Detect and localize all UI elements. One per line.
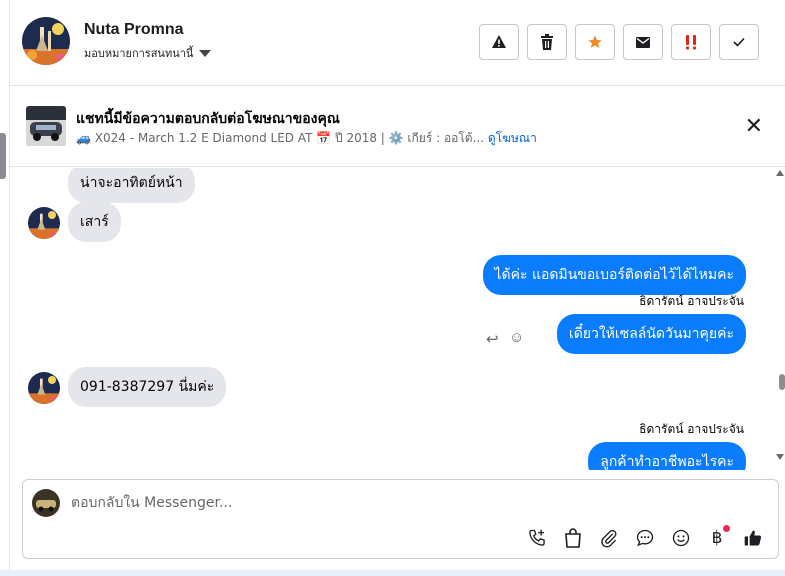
message-bubble[interactable]: น่าจะอาทิตย์หน้า (68, 168, 195, 203)
scroll-up-icon[interactable] (776, 170, 784, 176)
message-bubble-outgoing[interactable]: เดี๋ยวให้เซลล์นัดวันมาคุยค่ะ (556, 314, 746, 354)
message-composer: ฿ (22, 479, 779, 559)
left-panel-edge (0, 0, 10, 576)
composer-tools: ฿ (524, 525, 766, 550)
page-avatar (32, 489, 60, 517)
baht-icon[interactable]: ฿ (704, 525, 730, 550)
view-ad-link[interactable]: ดูโฆษณา (488, 131, 537, 145)
mail-icon (636, 36, 650, 48)
mark-unread-button[interactable] (623, 24, 663, 60)
shopping-bag-icon[interactable] (560, 526, 586, 550)
message-bubble[interactable]: เสาร์ (68, 202, 121, 242)
message-thread[interactable]: น่าจะอาทิตย์หน้า เสาร์ ได้ค่ะ แอดมินขอเบ… (10, 168, 775, 470)
done-button[interactable] (719, 24, 759, 60)
emoji-icon[interactable] (668, 526, 694, 550)
scroll-down-icon[interactable] (776, 454, 784, 460)
message-bubble-outgoing[interactable]: ได้ค่ะ แอดมินขอเบอร์ติดต่อไว้ได้ไหมคะ (482, 255, 746, 295)
message-bubble-outgoing[interactable]: ลูกค้าทำอาชีพอะไรคะ (588, 442, 746, 470)
contact-avatar-small (28, 372, 60, 404)
delete-button[interactable] (527, 24, 567, 60)
contact-avatar-small (28, 207, 60, 239)
assign-label: มอบหมายการสนทนานี้ (84, 47, 194, 60)
ad-banner-details: 🚙 X024 - March 1.2 E Diamond LED AT 📅 ปี… (76, 129, 537, 148)
star-icon (588, 35, 602, 48)
reply-icon[interactable]: ↩ (486, 330, 499, 348)
ad-banner-title: แชทนี้มีข้อความตอบกลับต่อโฆษณาของคุณ (76, 111, 340, 127)
attachment-icon[interactable] (596, 526, 622, 550)
warning-icon (492, 35, 506, 48)
ad-details-text: 🚙 X024 - March 1.2 E Diamond LED AT 📅 ปี… (76, 131, 485, 145)
thread-scrollbar[interactable] (775, 168, 785, 470)
contact-name: Nuta Promna (84, 21, 184, 38)
ad-thumbnail (26, 106, 66, 146)
spam-button[interactable] (479, 24, 519, 60)
ad-reply-banner: แชทนี้มีข้อความตอบกลับต่อโฆษณาของคุณ 🚙 X… (10, 87, 785, 167)
header-actions (479, 24, 759, 60)
saved-reply-icon[interactable] (632, 526, 658, 550)
contact-avatar[interactable] (22, 17, 70, 65)
like-icon[interactable] (740, 526, 766, 550)
reply-input[interactable] (71, 492, 631, 514)
urgent-icon (686, 35, 696, 50)
sender-name: ธิดารัตน์ อาจประจัน (639, 294, 744, 308)
follow-up-button[interactable] (575, 24, 615, 60)
conversation-header: Nuta Promna มอบหมายการสนทนานี้ (10, 0, 785, 86)
left-scroll-thumb[interactable] (0, 133, 6, 179)
message-bubble[interactable]: 091-8387297 นี่มค่ะ (68, 367, 227, 407)
check-icon (733, 37, 745, 47)
sender-name: ธิดารัตน์ อาจประจัน (639, 422, 744, 436)
close-icon[interactable]: ✕ (745, 115, 763, 137)
react-emoji-icon[interactable]: ☺ (509, 329, 524, 346)
call-add-icon[interactable] (524, 526, 550, 550)
priority-button[interactable] (671, 24, 711, 60)
assign-dropdown[interactable]: มอบหมายการสนทนานี้ (84, 44, 212, 62)
caret-down-icon (199, 49, 212, 57)
notification-dot (723, 525, 730, 532)
bottom-strip (0, 570, 785, 576)
scroll-thumb[interactable] (779, 374, 785, 390)
trash-icon (541, 34, 553, 50)
